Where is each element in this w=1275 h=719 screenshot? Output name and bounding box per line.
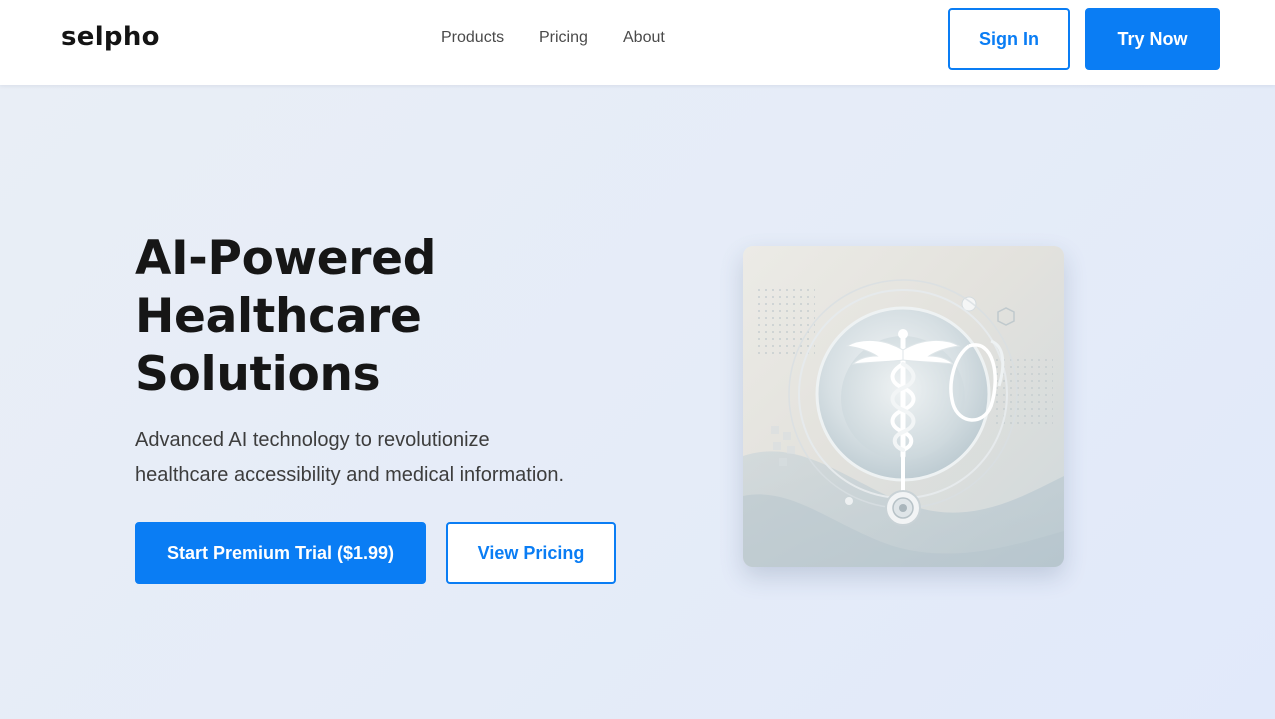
hero-subtitle-line: Advanced AI technology to revolutionize <box>135 429 490 451</box>
hero-title-line: Healthcare <box>135 289 422 344</box>
sphere-accent <box>845 497 853 505</box>
hero-illustration <box>743 246 1064 567</box>
hero-title-line: Solutions <box>135 347 381 402</box>
hero-title: AI-Powered Healthcare Solutions <box>135 230 615 404</box>
try-now-button[interactable]: Try Now <box>1085 8 1220 70</box>
hero-subtitle-line: healthcare accessibility and medical inf… <box>135 464 565 486</box>
hero-subtitle: Advanced AI technology to revolutionize … <box>135 423 655 493</box>
start-premium-trial-button[interactable]: Start Premium Trial ($1.99) <box>135 522 426 584</box>
nav-link-about[interactable]: About <box>623 29 665 47</box>
view-pricing-button[interactable]: View Pricing <box>446 522 616 584</box>
hero-title-line: AI-Powered <box>135 231 437 286</box>
main-nav: Products Pricing About <box>0 29 1275 49</box>
dot-pattern <box>755 286 815 356</box>
medical-illustration <box>743 279 1064 567</box>
nav-link-products[interactable]: Products <box>441 29 504 47</box>
nav-link-pricing[interactable]: Pricing <box>539 29 588 47</box>
sign-in-button[interactable]: Sign In <box>948 8 1070 70</box>
hexagon-accent <box>997 307 1015 326</box>
site-header: selpho Products Pricing About Sign In Tr… <box>0 0 1275 85</box>
